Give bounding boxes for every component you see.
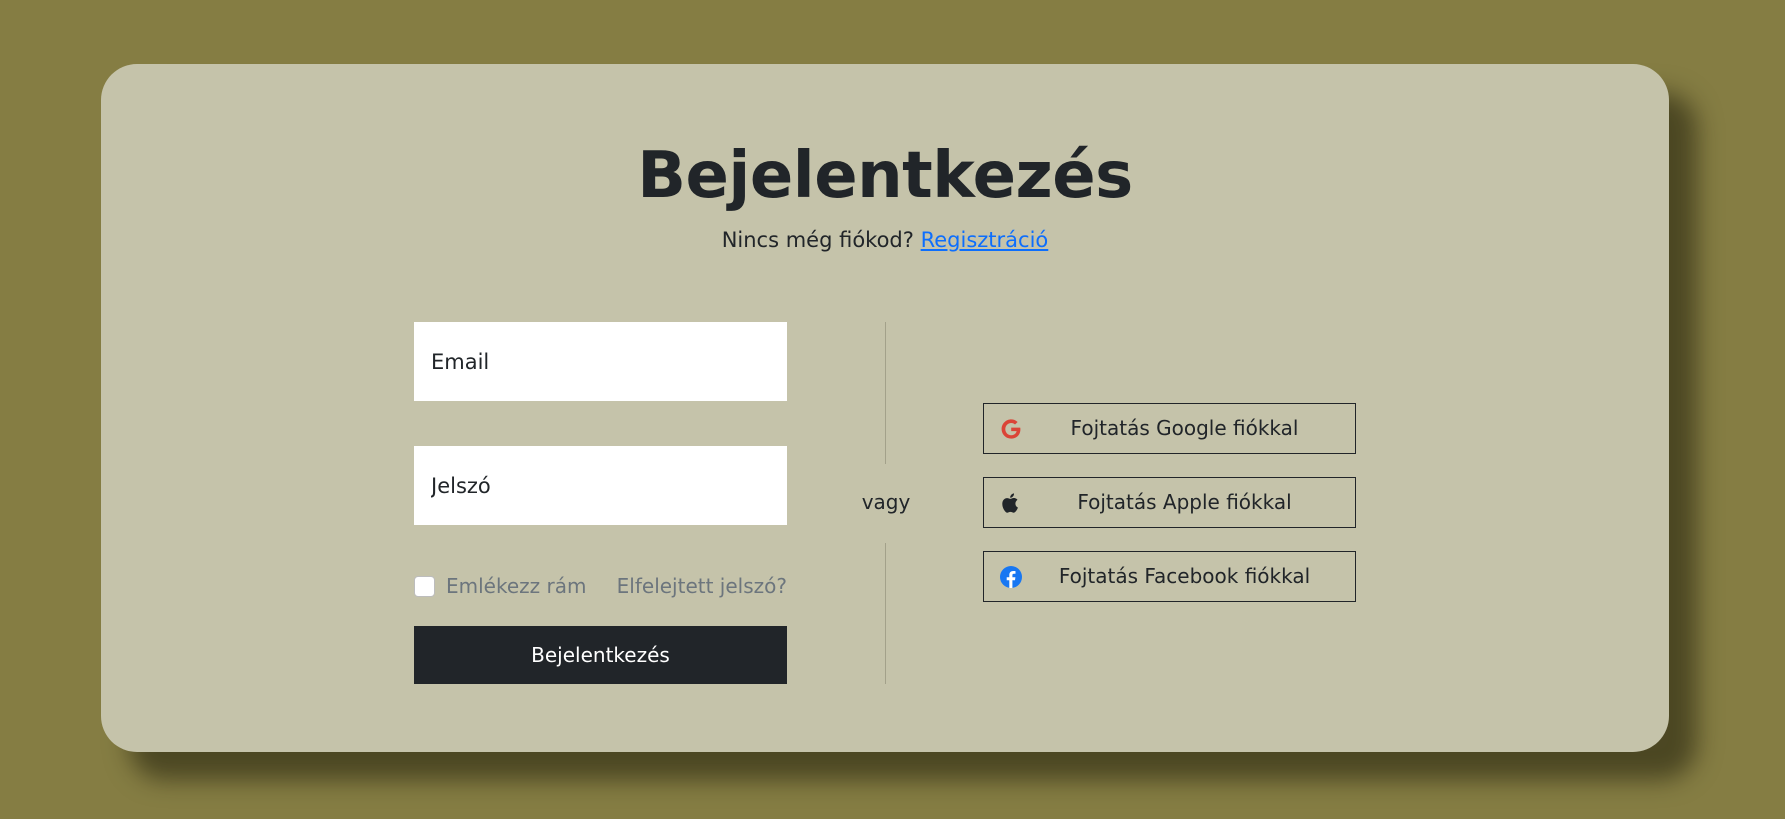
divider-text: vagy bbox=[861, 490, 911, 514]
facebook-login-label: Fojtatás Facebook fiókkal bbox=[1058, 564, 1311, 588]
divider-line-top bbox=[885, 322, 886, 464]
google-icon bbox=[1001, 419, 1021, 439]
facebook-login-button[interactable]: Fojtatás Facebook fiókkal bbox=[983, 551, 1356, 602]
remember-me: Emlékezz rám bbox=[414, 572, 586, 600]
apple-login-label: Fojtatás Apple fiókkal bbox=[1077, 490, 1292, 514]
google-login-button[interactable]: Fojtatás Google fiókkal bbox=[983, 403, 1356, 454]
login-card: Bejelentkezés Nincs még fiókod? Regisztr… bbox=[101, 64, 1669, 752]
apple-login-button[interactable]: Fojtatás Apple fiókkal bbox=[983, 477, 1356, 528]
apple-icon bbox=[1002, 493, 1018, 513]
login-button[interactable]: Bejelentkezés bbox=[414, 626, 787, 684]
page-title: Bejelentkezés bbox=[637, 139, 1133, 213]
register-prompt: Nincs még fiókod? Regisztráció bbox=[101, 224, 1669, 256]
register-link[interactable]: Regisztráció bbox=[921, 228, 1049, 252]
register-prompt-text: Nincs még fiókod? bbox=[721, 228, 914, 252]
remember-me-label[interactable]: Emlékezz rám bbox=[446, 574, 586, 598]
remember-me-checkbox[interactable] bbox=[414, 575, 435, 597]
forgot-password-link[interactable]: Elfelejtett jelszó? bbox=[601, 572, 787, 600]
divider-line-bottom bbox=[885, 543, 886, 684]
password-input[interactable] bbox=[414, 446, 787, 525]
email-input[interactable] bbox=[414, 322, 787, 401]
facebook-icon bbox=[1000, 566, 1022, 588]
google-login-label: Fojtatás Google fiókkal bbox=[1070, 416, 1299, 440]
